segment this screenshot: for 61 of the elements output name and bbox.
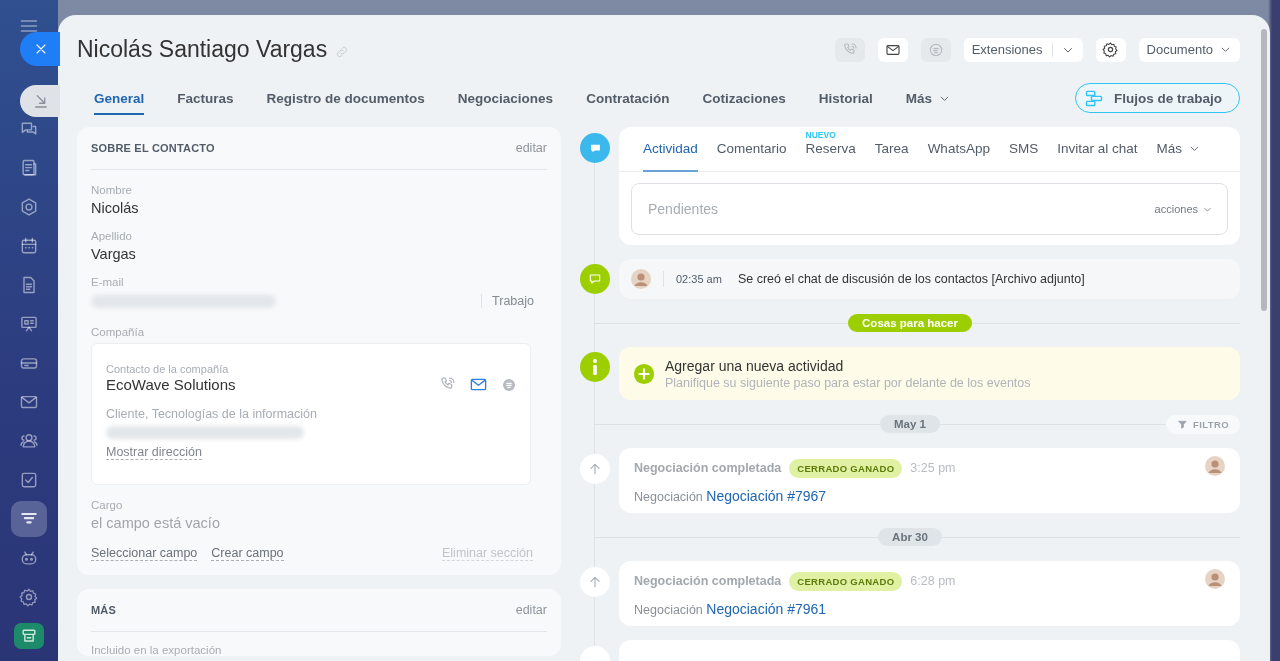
field-label: Compañía xyxy=(91,326,146,338)
entry-time: 02:35 am xyxy=(676,273,722,285)
company-caption: Contacto de la compañía xyxy=(106,363,230,375)
todo-subtitle: Planifique su siguiente paso para estar por delante de los eventos xyxy=(665,375,1031,390)
deal-title: Negociación completada xyxy=(634,461,782,475)
company-name[interactable]: EcoWave Solutions xyxy=(106,376,236,393)
tab[interactable]: Actividad xyxy=(643,127,698,172)
field-label: Apellido xyxy=(91,230,133,242)
new-label: NUEVO xyxy=(805,130,836,140)
tab[interactable]: Invitar al chat xyxy=(1057,127,1138,172)
deal-link[interactable]: Negociación #7961 xyxy=(706,601,827,617)
more-tab[interactable]: Más xyxy=(1156,127,1201,172)
tab[interactable]: NUEVO Reserva xyxy=(805,127,856,172)
edit-link[interactable]: editar xyxy=(515,603,547,617)
tab[interactable]: Registro de documentos xyxy=(266,81,425,115)
deal-title: Negociación completada xyxy=(634,574,782,588)
show-address-link[interactable]: Mostrar dirección xyxy=(106,445,202,460)
field-action-link[interactable]: Crear campo xyxy=(211,546,284,561)
empty-field-note: el campo está vacío xyxy=(91,515,221,531)
status-badge: CERRADO GANADO xyxy=(789,458,903,478)
tab[interactable]: Contratación xyxy=(586,81,670,115)
tab[interactable]: Historial xyxy=(818,81,873,115)
tab[interactable]: Facturas xyxy=(177,81,234,115)
field-value: Vargas xyxy=(91,246,137,262)
deal-link[interactable]: Negociación #7967 xyxy=(706,488,827,504)
todo-title[interactable]: Agregar una nueva actividad xyxy=(665,357,1031,374)
entry-time: 6:28 pm xyxy=(910,574,956,588)
more-tab[interactable]: Más xyxy=(905,81,951,115)
tab[interactable]: General xyxy=(94,81,145,115)
date-label: May 1 xyxy=(880,415,940,433)
date-label: Abr 30 xyxy=(878,528,942,546)
entry-time: 3:25 pm xyxy=(910,461,956,475)
tab[interactable]: Negociaciones xyxy=(457,81,554,115)
section-title: SOBRE EL CONTACTO xyxy=(91,142,215,154)
tab[interactable]: Tarea xyxy=(874,127,909,172)
tab[interactable]: SMS xyxy=(1008,127,1039,172)
field-action-link[interactable]: Seleccionar campo xyxy=(91,546,198,561)
document-button[interactable]: Documento xyxy=(1138,37,1240,62)
field-label: Incluido en la exportación xyxy=(91,644,223,656)
edit-link[interactable]: editar xyxy=(515,141,547,155)
tab[interactable]: WhatsApp xyxy=(927,127,990,172)
field-value: Nicolás xyxy=(91,200,140,216)
deal-description: Negociación Negociación #7967 xyxy=(634,488,828,504)
tab[interactable]: Cotizaciones xyxy=(702,81,786,115)
company-details: Cliente, Tecnologías de la información xyxy=(106,407,318,421)
workflows-button[interactable]: Flujos de trabajo xyxy=(1075,83,1240,113)
email-type: Trabajo xyxy=(481,294,534,308)
placeholder: Pendientes xyxy=(648,201,719,217)
extensions-dropdown[interactable]: Extensiones xyxy=(963,37,1083,62)
pending-field[interactable]: Pendientes acciones xyxy=(631,183,1228,235)
section-label: Cosas para hacer xyxy=(848,314,972,332)
entry-text: Se creó el chat de discusión de los contactos [Archivo adjunto] xyxy=(737,272,1085,286)
deal-description: Negociación Negociación #7961 xyxy=(634,601,828,617)
section-title: MÁS xyxy=(91,604,117,616)
status-badge: CERRADO GANADO xyxy=(789,571,903,591)
field-label: Cargo xyxy=(91,499,124,511)
actions-dropdown[interactable]: acciones xyxy=(1154,203,1213,215)
field-label: E-mail xyxy=(91,276,125,288)
tab[interactable]: Comentario xyxy=(716,127,787,172)
field-label: Nombre xyxy=(91,184,133,196)
contact-title: Nicolás Santiago Vargas xyxy=(77,36,328,63)
